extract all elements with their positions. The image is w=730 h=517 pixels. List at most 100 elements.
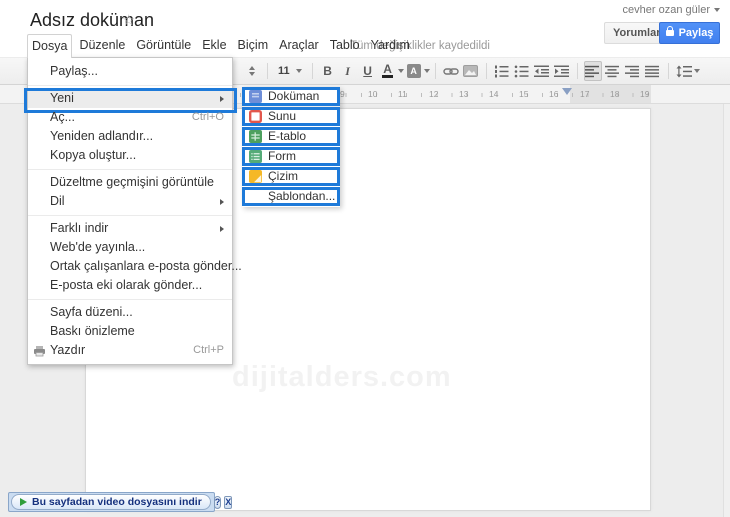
file-menu-item-sayfa-duzeni[interactable]: Sayfa düzeni... — [28, 303, 232, 322]
share-label: Paylaş — [678, 27, 714, 39]
submenu-item-form[interactable]: Form — [242, 147, 340, 166]
align-left-button[interactable] — [583, 61, 602, 81]
account-menu[interactable]: cevher ozan güler — [623, 4, 720, 16]
menu-yardim[interactable]: Yardım — [367, 34, 414, 58]
file-menu-item-dil[interactable]: Dil — [28, 192, 232, 211]
align-left-icon — [585, 65, 600, 77]
new-submenu: Doküman Sunu E-tablo Form Çizim Şablonda… — [242, 87, 340, 207]
toolbar-divider — [267, 63, 268, 79]
menu-item-label: Paylaş... — [50, 64, 98, 78]
underline-button[interactable]: U — [359, 61, 377, 81]
document-title[interactable]: Adsız doküman — [30, 10, 154, 31]
text-color-letter: A — [383, 62, 392, 76]
chevron-down-icon[interactable] — [397, 69, 404, 73]
outdent-button[interactable] — [533, 61, 551, 81]
file-menu-item-ac[interactable]: Aç... Ctrl+O — [28, 108, 232, 127]
close-button[interactable]: X — [224, 495, 233, 509]
ruler-number: 16 — [549, 89, 559, 99]
menu-item-label: Yeni — [50, 91, 74, 105]
submenu-item-label: Şablondan... — [268, 189, 336, 203]
menu-dosya[interactable]: Dosya — [27, 34, 73, 58]
insert-link-button[interactable] — [442, 61, 460, 81]
chevron-down-icon[interactable] — [423, 69, 430, 73]
indent-icon — [554, 65, 570, 77]
spreadsheet-icon — [249, 130, 262, 143]
line-spacing-icon — [676, 65, 692, 77]
file-menu-item-yeni[interactable]: Yeni — [24, 87, 237, 113]
menu-separator — [28, 84, 232, 86]
menu-goruntule[interactable]: Görüntüle — [132, 34, 195, 58]
align-center-button[interactable] — [604, 61, 622, 81]
color-bar — [382, 75, 394, 78]
menu-item-label: Kopya oluştur... — [50, 148, 137, 162]
file-menu-item-webde-yayinla[interactable]: Web'de yayınla... — [28, 238, 232, 257]
help-button[interactable]: ? — [213, 495, 222, 509]
menu-item-label: Ortak çalışanlara e-posta gönder... — [50, 259, 242, 273]
outdent-icon — [534, 65, 550, 77]
video-download-button[interactable]: Bu sayfadan video dosyasını indir — [11, 494, 211, 510]
menu-item-label: Aç... — [50, 110, 76, 124]
file-menu-item-baski-onizleme[interactable]: Baskı önizleme — [28, 322, 232, 341]
spinner-icon[interactable] — [243, 61, 261, 81]
text-color-button[interactable]: A — [379, 61, 397, 81]
file-menu-item-paylas[interactable]: Paylaş... — [28, 62, 232, 81]
google-docs-window: Adsız doküman ☆ cevher ozan güler Yoruml… — [0, 0, 730, 517]
highlight-icon: A — [406, 64, 421, 78]
font-size-dropdown[interactable]: 11 — [274, 61, 306, 81]
menu-ekle[interactable]: Ekle — [198, 34, 230, 58]
align-justify-icon — [645, 65, 660, 77]
submenu-item-label: Form — [268, 149, 296, 163]
ruler-number: 10 — [368, 89, 378, 99]
submenu-arrow-icon — [220, 198, 224, 205]
form-icon — [249, 150, 262, 163]
toolbar-divider — [485, 63, 487, 79]
printer-icon — [34, 346, 45, 357]
submenu-item-sablondan[interactable]: Şablondan... — [242, 187, 340, 206]
link-icon — [442, 67, 459, 75]
menu-duzenle[interactable]: Düzenle — [75, 34, 129, 58]
align-justify-button[interactable] — [644, 61, 662, 81]
menu-bicim[interactable]: Biçim — [234, 34, 273, 58]
file-menu-item-ortak-calisanlara[interactable]: Ortak çalışanlara e-posta gönder... — [28, 257, 242, 276]
menu-item-label: Düzeltme geçmişini görüntüle — [50, 175, 214, 189]
ruler-number: 13 — [459, 89, 469, 99]
lock-icon — [665, 26, 674, 36]
bulleted-list-button[interactable] — [513, 61, 531, 81]
right-margin-marker[interactable] — [562, 88, 572, 95]
submenu-item-sunu[interactable]: Sunu — [242, 107, 340, 126]
bulleted-list-icon — [514, 65, 529, 77]
file-menu-item-yazdir[interactable]: Yazdır Ctrl+P — [28, 341, 232, 360]
highlight-color-button[interactable]: A — [405, 61, 423, 81]
file-menu-item-yeniden-adlandir[interactable]: Yeniden adlandır... — [28, 127, 232, 146]
chevron-down-icon — [295, 69, 302, 73]
numbered-list-button[interactable] — [493, 61, 511, 81]
menubar: Dosya Düzenle Görüntüle Ekle Biçim Araçl… — [27, 34, 417, 58]
video-download-bar: Bu sayfadan video dosyasını indir ? X — [8, 492, 233, 512]
file-menu-item-farkli-indir[interactable]: Farklı indir — [28, 219, 232, 238]
insert-image-button[interactable] — [462, 61, 480, 81]
toolbar-divider — [434, 63, 436, 79]
ruler-number: 9 — [340, 89, 345, 99]
menu-item-label: Web'de yayınla... — [50, 240, 146, 254]
align-right-button[interactable] — [624, 61, 642, 81]
italic-button[interactable]: I — [339, 61, 357, 81]
indent-button[interactable] — [553, 61, 571, 81]
file-menu: Paylaş... Yeni Aç... Ctrl+O Yeniden adla… — [24, 57, 242, 365]
submenu-item-etablo[interactable]: E-tablo — [242, 127, 340, 146]
menu-araclar[interactable]: Araçlar — [275, 34, 323, 58]
toolbar-divider — [311, 63, 313, 79]
share-button[interactable]: Paylaş — [659, 22, 720, 44]
chevron-down-icon[interactable] — [693, 69, 700, 73]
star-icon[interactable]: ☆ — [122, 11, 135, 29]
vertical-scrollbar[interactable] — [723, 104, 730, 517]
bold-button[interactable]: B — [319, 61, 337, 81]
submenu-item-cizim[interactable]: Çizim — [242, 167, 340, 186]
file-menu-item-kopya-olustur[interactable]: Kopya oluştur... — [28, 146, 232, 165]
play-icon — [20, 498, 27, 506]
file-menu-item-eposta-eki[interactable]: E-posta eki olarak gönder... — [28, 276, 232, 295]
submenu-item-label: Doküman — [268, 89, 320, 103]
file-menu-item-duzeltme-gecmisi[interactable]: Düzeltme geçmişini görüntüle — [28, 173, 232, 192]
line-spacing-button[interactable] — [675, 61, 693, 81]
submenu-item-dokuman[interactable]: Doküman — [242, 87, 340, 106]
menu-tablo[interactable]: Tablo — [326, 34, 364, 58]
